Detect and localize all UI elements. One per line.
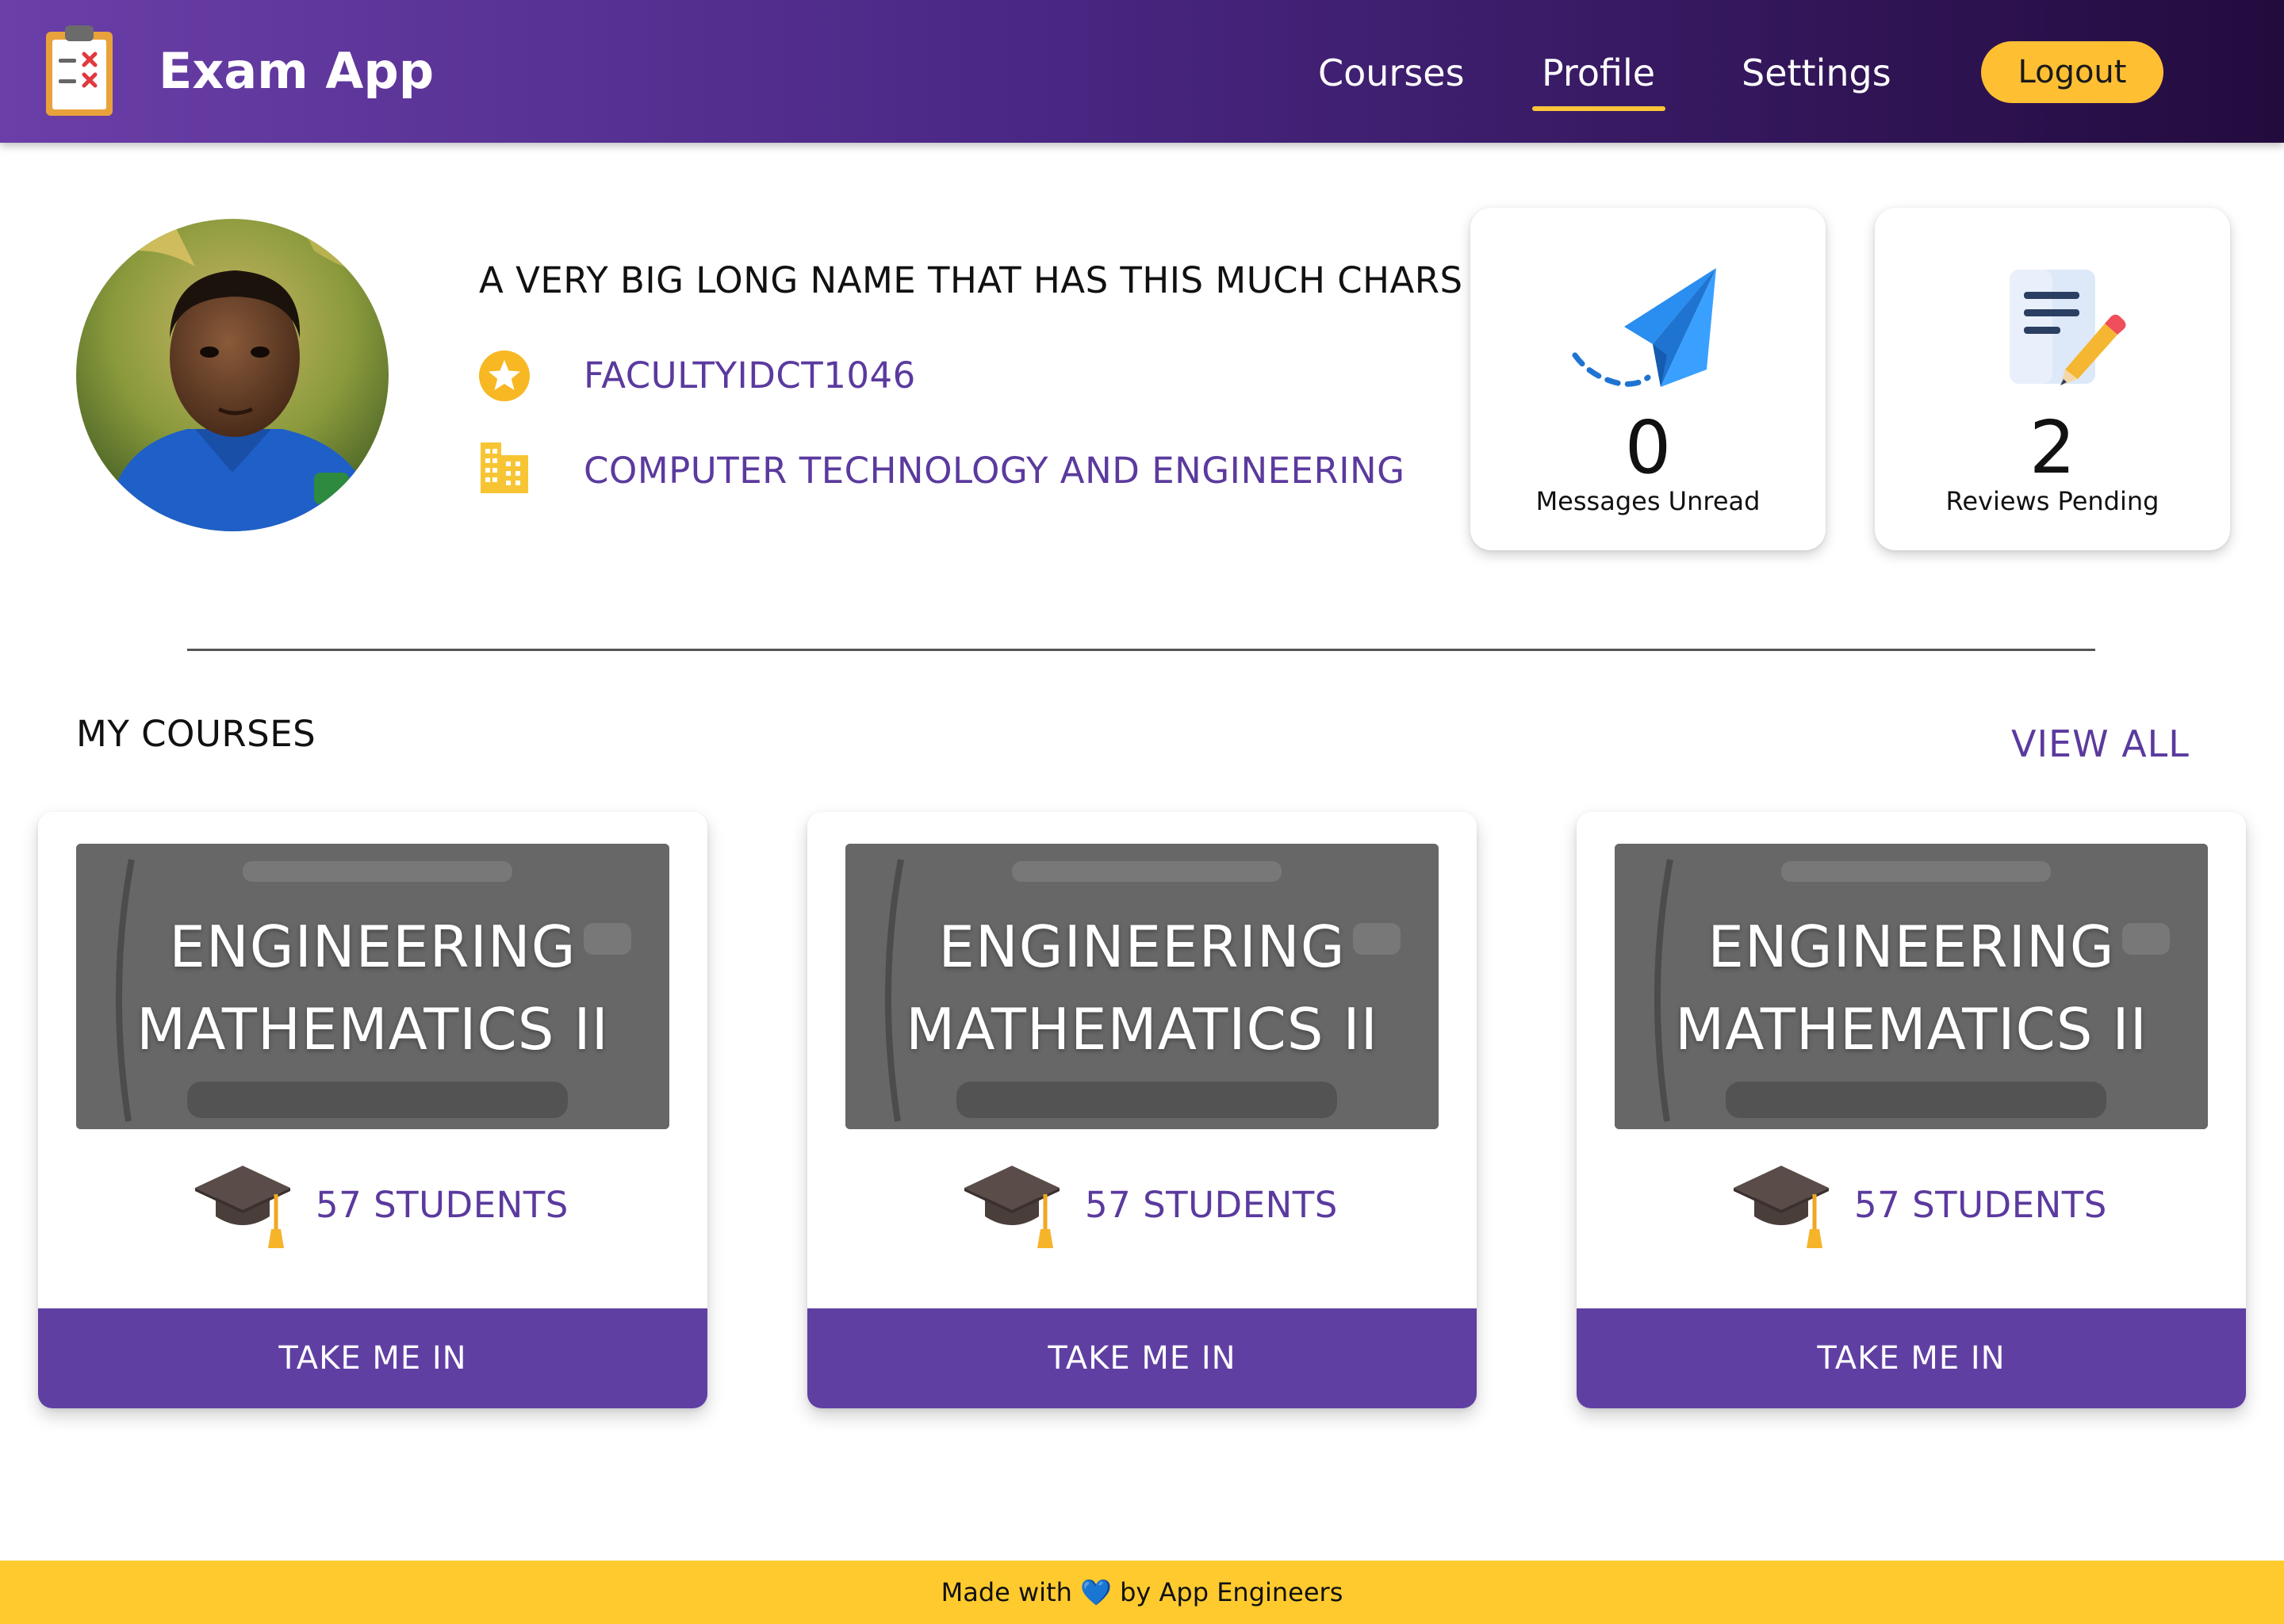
reviews-pending-count: 2 — [2029, 405, 2076, 490]
take-me-in-button[interactable]: TAKE ME IN — [38, 1308, 707, 1408]
footer-text-before: Made with — [941, 1577, 1072, 1607]
students-count: 57 STUDENTS — [316, 1184, 569, 1226]
course-title: ENGINEERING MATHEMATICS II — [136, 914, 609, 1063]
document-pencil-icon — [2010, 270, 2126, 385]
view-all-link[interactable]: VIEW ALL — [2011, 720, 2190, 768]
messages-unread-card[interactable]: 0 Messages Unread — [1470, 208, 1826, 550]
logout-button[interactable]: Logout — [1981, 41, 2163, 103]
students-count: 57 STUDENTS — [1854, 1184, 2107, 1226]
clipboard-checklist-icon[interactable] — [41, 24, 117, 119]
messages-unread-count: 0 — [1624, 405, 1672, 490]
heart-icon: 💙 — [1080, 1577, 1112, 1607]
section-divider — [187, 649, 2095, 651]
avatar-photo — [76, 219, 389, 531]
course-title: ENGINEERING MATHEMATICS II — [906, 914, 1378, 1063]
course-card: ENGINEERING MATHEMATICS II 57 STUDENTS T… — [807, 812, 1477, 1408]
paper-plane-icon — [1572, 268, 1716, 387]
course-card: ENGINEERING MATHEMATICS II 57 STUDENTS T… — [1577, 812, 2246, 1408]
faculty-id: FACULTYIDCT1046 — [584, 354, 916, 396]
app-title: Exam App — [159, 42, 435, 100]
graduation-cap-icon — [964, 1166, 1060, 1248]
take-me-in-button[interactable]: TAKE ME IN — [807, 1308, 1477, 1408]
messages-unread-label: Messages Unread — [1535, 486, 1761, 516]
nav-settings[interactable]: Settings — [1742, 46, 1891, 100]
nav-courses[interactable]: Courses — [1318, 46, 1465, 100]
course-thumbnail[interactable]: ENGINEERING MATHEMATICS II — [76, 844, 669, 1129]
building-icon — [481, 442, 528, 493]
course-title: ENGINEERING MATHEMATICS II — [1675, 914, 2148, 1063]
graduation-cap-icon — [195, 1166, 290, 1248]
footer-text-after: by App Engineers — [1120, 1577, 1343, 1607]
course-thumbnail[interactable]: ENGINEERING MATHEMATICS II — [1615, 844, 2208, 1129]
my-courses-heading: MY COURSES — [76, 713, 316, 755]
footer: Made with 💙 by App Engineers — [0, 1561, 2284, 1624]
department: COMPUTER TECHNOLOGY AND ENGINEERING — [584, 450, 1405, 492]
reviews-pending-card[interactable]: 2 Reviews Pending — [1875, 208, 2230, 550]
course-card: ENGINEERING MATHEMATICS II 57 STUDENTS T… — [38, 812, 707, 1408]
nav-profile[interactable]: Profile — [1542, 46, 1655, 100]
star-icon — [479, 350, 530, 401]
take-me-in-button[interactable]: TAKE ME IN — [1577, 1308, 2246, 1408]
top-nav-bar: Exam App Courses Profile Settings Logout — [0, 0, 2284, 143]
reviews-pending-label: Reviews Pending — [1945, 486, 2159, 516]
course-thumbnail[interactable]: ENGINEERING MATHEMATICS II — [845, 844, 1439, 1129]
students-count: 57 STUDENTS — [1085, 1184, 1338, 1226]
avatar — [76, 219, 389, 531]
graduation-cap-icon — [1734, 1166, 1829, 1248]
profile-name: A VERY BIG LONG NAME THAT HAS THIS MUCH … — [479, 259, 1463, 301]
active-nav-indicator — [1532, 106, 1665, 111]
